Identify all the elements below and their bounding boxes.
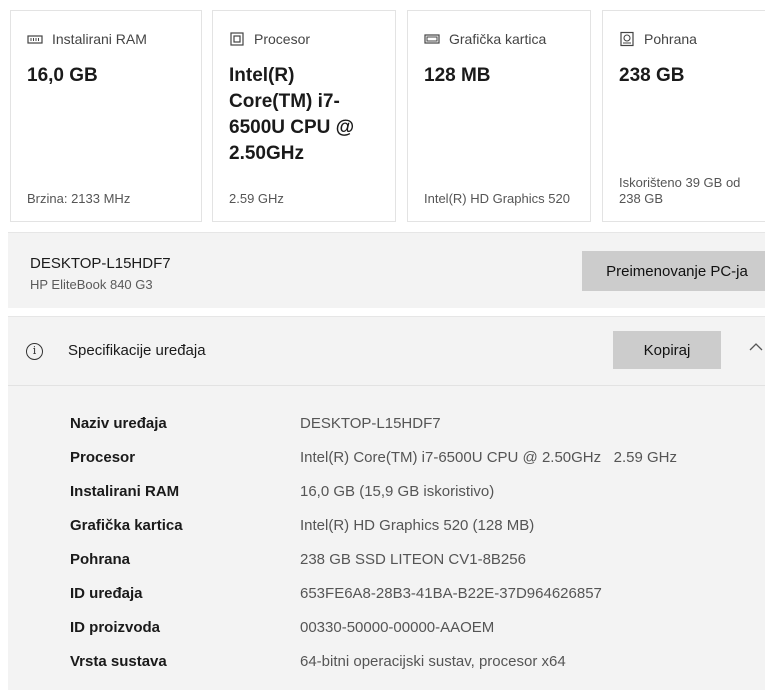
spec-row-storage: Pohrana 238 GB SSD LITEON CV1-8B256 — [70, 547, 760, 581]
spec-row-processor: Procesor Intel(R) Core(TM) i7-6500U CPU … — [70, 445, 760, 479]
spec-value: Intel(R) Core(TM) i7-6500U CPU @ 2.50GHz… — [300, 449, 677, 466]
graphics-card-icon — [424, 34, 440, 44]
card-ram-title: Instalirani RAM — [52, 31, 147, 47]
spec-value: 653FE6A8-28B3-41BA-B22E-37D964626857 — [300, 585, 602, 602]
spec-row-system-type: Vrsta sustava 64-bitni operacijski susta… — [70, 649, 760, 683]
card-graphics-header: Grafička kartica — [424, 31, 546, 47]
info-icon: i — [26, 343, 43, 360]
spec-value: Intel(R) HD Graphics 520 (128 MB) — [300, 517, 535, 534]
card-processor: Procesor Intel(R) Core(TM) i7-6500U CPU … — [212, 10, 396, 222]
rename-pc-button[interactable]: Preimenovanje PC-ja — [582, 251, 765, 291]
card-ram-value: 16,0 GB — [27, 65, 98, 86]
spec-value: 00330-50000-00000-AAOEM — [300, 619, 495, 636]
spec-row-device-name: Naziv uređaja DESKTOP-L15HDF7 — [70, 411, 760, 445]
spec-value: 64-bitni operacijski sustav, procesor x6… — [300, 653, 566, 670]
device-specifications-panel: i Specifikacije uređaja Kopiraj Naziv ur… — [8, 316, 765, 690]
storage-icon — [620, 31, 634, 47]
spec-row-product-id: ID proizvoda 00330-50000-00000-AAOEM — [70, 615, 760, 649]
card-storage: Pohrana 238 GB Iskorišteno 39 GB od 238 … — [602, 10, 765, 222]
card-storage-header: Pohrana — [619, 31, 697, 47]
ram-icon — [27, 35, 43, 44]
card-graphics-footer: Intel(R) HD Graphics 520 — [424, 191, 570, 206]
card-ram: Instalirani RAM 16,0 GB Brzina: 2133 MHz — [10, 10, 202, 222]
spec-row-ram: Instalirani RAM 16,0 GB (15,9 GB iskoris… — [70, 479, 760, 513]
spec-label: Procesor — [70, 449, 136, 466]
spec-value: 16,0 GB (15,9 GB iskoristivo) — [300, 483, 495, 500]
device-specifications-header[interactable]: i Specifikacije uređaja Kopiraj — [8, 317, 765, 386]
pc-model: HP EliteBook 840 G3 — [30, 277, 153, 292]
spec-label: Vrsta sustava — [70, 653, 167, 670]
card-processor-title: Procesor — [254, 31, 311, 47]
pc-name: DESKTOP-L15HDF7 — [30, 255, 171, 272]
spec-label: Pohrana — [70, 551, 131, 568]
card-processor-value: Intel(R) Core(TM) i7-6500U CPU @ 2.50GHz — [229, 65, 355, 164]
card-processor-header: Procesor — [229, 31, 310, 47]
card-graphics-value: 128 MB — [424, 65, 491, 86]
card-graphics: Grafička kartica 128 MB Intel(R) HD Grap… — [407, 10, 591, 222]
spec-row-graphics: Grafička kartica Intel(R) HD Graphics 52… — [70, 513, 760, 547]
processor-icon — [230, 32, 244, 46]
spec-value: 238 GB SSD LITEON CV1-8B256 — [300, 551, 526, 568]
card-graphics-title: Grafička kartica — [449, 31, 547, 47]
spec-label: Instalirani RAM — [70, 483, 180, 500]
spec-label: Grafička kartica — [70, 517, 183, 534]
chevron-up-icon[interactable] — [746, 337, 765, 357]
copy-button[interactable]: Kopiraj — [613, 331, 721, 369]
spec-label: ID uređaja — [70, 585, 143, 602]
pc-name-bar: DESKTOP-L15HDF7 HP EliteBook 840 G3 Prei… — [8, 232, 765, 308]
device-specifications-title: Specifikacije uređaja — [68, 342, 206, 359]
card-processor-footer: 2.59 GHz — [229, 191, 284, 206]
spec-row-device-id: ID uređaja 653FE6A8-28B3-41BA-B22E-37D96… — [70, 581, 760, 615]
spec-label: Naziv uređaja — [70, 415, 167, 432]
spec-label: ID proizvoda — [70, 619, 161, 636]
card-ram-header: Instalirani RAM — [27, 31, 147, 47]
card-storage-footer: Iskorišteno 39 GB od 238 GB — [619, 175, 741, 206]
card-ram-footer: Brzina: 2133 MHz — [27, 191, 131, 206]
card-storage-title: Pohrana — [644, 31, 697, 47]
spec-value: DESKTOP-L15HDF7 — [300, 415, 441, 432]
card-storage-value: 238 GB — [619, 65, 685, 86]
